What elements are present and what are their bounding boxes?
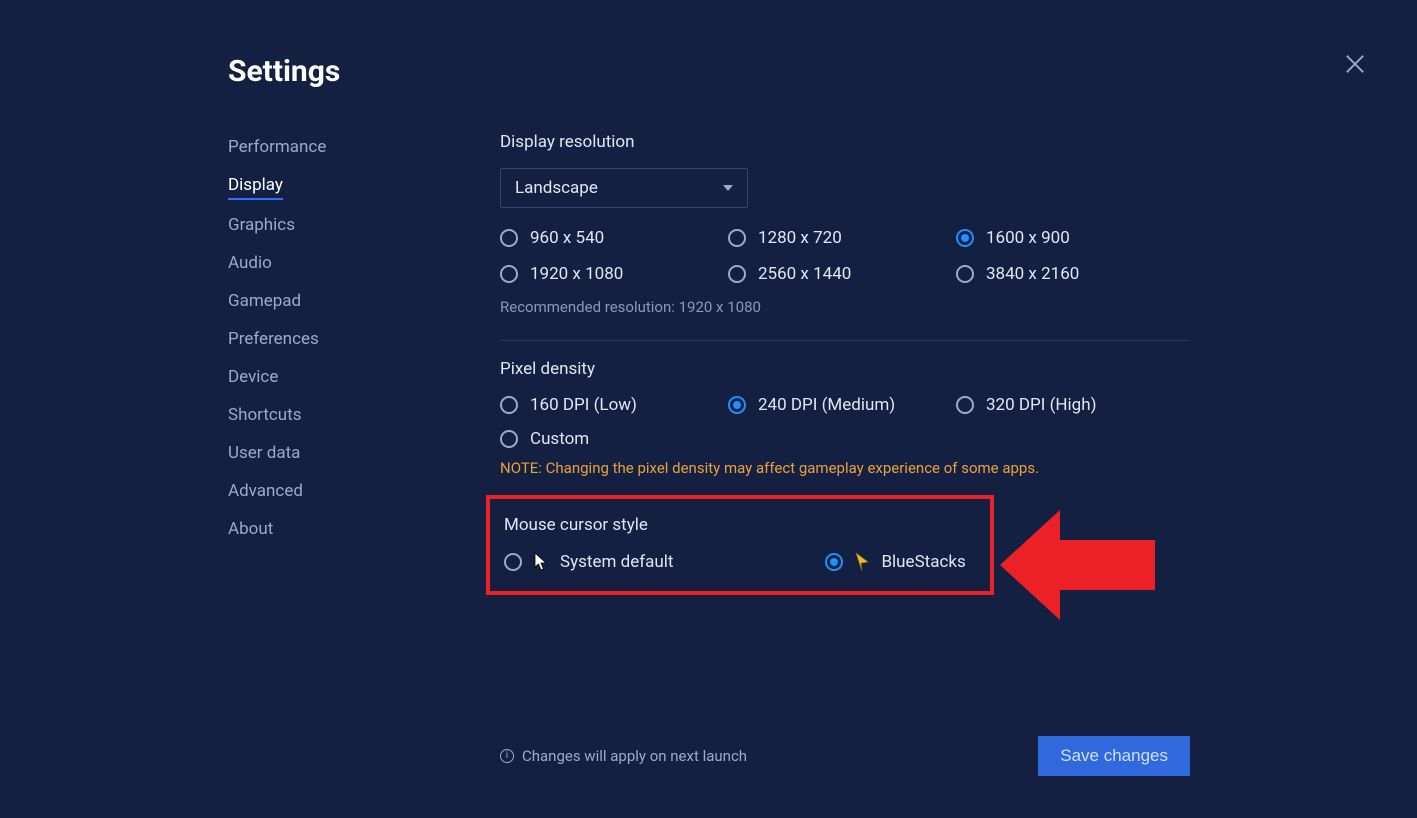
- resolution-heading: Display resolution: [500, 132, 1190, 152]
- radio-icon: [500, 430, 518, 448]
- radio-label: System default: [560, 552, 673, 572]
- density-note: NOTE: Changing the pixel density may aff…: [500, 459, 1190, 477]
- radio-label: 240 DPI (Medium): [758, 395, 895, 415]
- cursor-bluestacks[interactable]: BlueStacks: [825, 551, 965, 573]
- footer-info-text: Changes will apply on next launch: [522, 747, 747, 765]
- density-custom[interactable]: Custom: [500, 429, 1190, 449]
- radio-label: BlueStacks: [881, 552, 965, 572]
- radio-icon: [728, 265, 746, 283]
- radio-label: 1920 x 1080: [530, 264, 623, 284]
- density-options: 160 DPI (Low) 240 DPI (Medium) 320 DPI (…: [500, 395, 1190, 415]
- orientation-selected-value: Landscape: [515, 178, 598, 198]
- radio-label: Custom: [530, 429, 589, 449]
- chevron-down-icon: [723, 185, 733, 191]
- cursor-options: System default BlueStacks: [504, 551, 980, 573]
- sidebar-item-graphics[interactable]: Graphics: [228, 206, 448, 244]
- save-changes-button[interactable]: Save changes: [1038, 736, 1190, 776]
- radio-label: 1280 x 720: [758, 228, 842, 248]
- radio-icon: [956, 396, 974, 414]
- highlight-annotation: Mouse cursor style System default BlueSt…: [486, 495, 994, 595]
- resolution-options: 960 x 540 1280 x 720 1600 x 900 1920 x 1…: [500, 228, 1190, 284]
- resolution-1280x720[interactable]: 1280 x 720: [728, 228, 956, 248]
- recommended-resolution: Recommended resolution: 1920 x 1080: [500, 298, 1190, 316]
- resolution-1920x1080[interactable]: 1920 x 1080: [500, 264, 728, 284]
- radio-icon: [500, 396, 518, 414]
- sidebar-item-display[interactable]: Display: [228, 166, 283, 200]
- sidebar-item-user-data[interactable]: User data: [228, 434, 448, 472]
- radio-label: 160 DPI (Low): [530, 395, 637, 415]
- sidebar-item-about[interactable]: About: [228, 510, 448, 548]
- radio-icon: [728, 396, 746, 414]
- radio-label: 320 DPI (High): [986, 395, 1097, 415]
- close-button[interactable]: [1341, 50, 1369, 78]
- divider: [500, 340, 1190, 341]
- resolution-2560x1440[interactable]: 2560 x 1440: [728, 264, 956, 284]
- footer-info: i Changes will apply on next launch: [500, 747, 747, 765]
- resolution-1600x900[interactable]: 1600 x 900: [956, 228, 1184, 248]
- footer: i Changes will apply on next launch Save…: [500, 736, 1190, 776]
- sidebar-item-audio[interactable]: Audio: [228, 244, 448, 282]
- info-icon: i: [500, 749, 514, 763]
- arrow-annotation: [1000, 500, 1160, 630]
- default-cursor-icon: [532, 551, 550, 573]
- radio-label: 2560 x 1440: [758, 264, 851, 284]
- radio-icon: [728, 229, 746, 247]
- density-heading: Pixel density: [500, 359, 1190, 379]
- bluestacks-cursor-icon: [853, 551, 871, 573]
- sidebar-item-performance[interactable]: Performance: [228, 128, 448, 166]
- density-320[interactable]: 320 DPI (High): [956, 395, 1184, 415]
- sidebar-item-advanced[interactable]: Advanced: [228, 472, 448, 510]
- density-240[interactable]: 240 DPI (Medium): [728, 395, 956, 415]
- sidebar-item-device[interactable]: Device: [228, 358, 448, 396]
- sidebar-item-gamepad[interactable]: Gamepad: [228, 282, 448, 320]
- resolution-3840x2160[interactable]: 3840 x 2160: [956, 264, 1184, 284]
- orientation-select[interactable]: Landscape: [500, 168, 748, 208]
- radio-label: 960 x 540: [530, 228, 604, 248]
- cursor-system-default[interactable]: System default: [504, 551, 673, 573]
- close-icon: [1341, 50, 1369, 78]
- radio-icon: [956, 229, 974, 247]
- sidebar-item-preferences[interactable]: Preferences: [228, 320, 448, 358]
- radio-icon: [504, 553, 522, 571]
- radio-icon: [500, 265, 518, 283]
- sidebar-item-shortcuts[interactable]: Shortcuts: [228, 396, 448, 434]
- radio-icon: [825, 553, 843, 571]
- radio-icon: [500, 229, 518, 247]
- radio-label: 1600 x 900: [986, 228, 1070, 248]
- resolution-960x540[interactable]: 960 x 540: [500, 228, 728, 248]
- radio-label: 3840 x 2160: [986, 264, 1079, 284]
- radio-icon: [956, 265, 974, 283]
- density-160[interactable]: 160 DPI (Low): [500, 395, 728, 415]
- sidebar: Performance Display Graphics Audio Gamep…: [228, 128, 448, 548]
- cursor-heading: Mouse cursor style: [504, 515, 980, 535]
- page-title: Settings: [228, 54, 340, 89]
